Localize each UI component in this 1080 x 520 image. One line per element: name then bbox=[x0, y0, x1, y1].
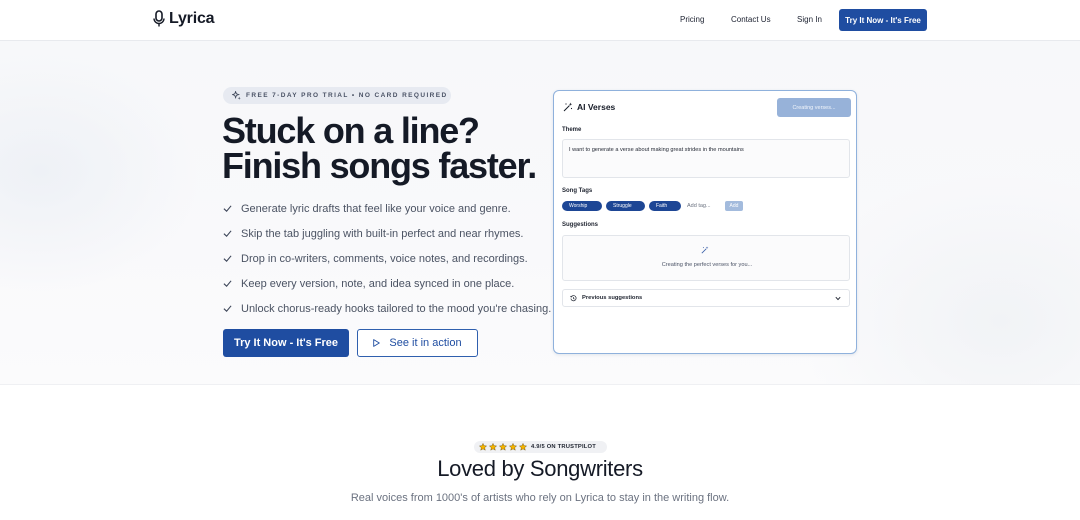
feature-text: Drop in co-writers, comments, voice note… bbox=[241, 252, 528, 265]
suggestions-label: Suggestions bbox=[562, 222, 599, 228]
nav-sign-in-link[interactable]: Sign In bbox=[797, 15, 822, 24]
feature-item: Skip the tab juggling with built-in perf… bbox=[223, 221, 551, 246]
trustpilot-rating-badge: 4.9/5 ON TRUSTPILOT bbox=[474, 441, 607, 453]
creating-verses-button[interactable]: Creating verses... bbox=[777, 98, 851, 117]
hero-headline-line-2: Finish songs faster. bbox=[222, 145, 537, 186]
tag-chip[interactable]: Struggle bbox=[606, 201, 645, 211]
hero-headline: Stuck on a line? Finish songs faster. bbox=[222, 110, 542, 186]
try-it-now-button[interactable]: Try It Now - It's Free bbox=[223, 329, 349, 357]
star-icon bbox=[479, 443, 487, 451]
ai-verses-card: AI Verses Creating verses... Theme I wan… bbox=[553, 90, 857, 354]
header-cta-button[interactable]: Try It Now - It's Free bbox=[839, 9, 927, 31]
feature-item: Keep every version, note, and idea synce… bbox=[223, 271, 551, 296]
song-tags-label: Song Tags bbox=[562, 188, 593, 194]
feature-text: Skip the tab juggling with built-in perf… bbox=[241, 227, 524, 240]
star-icon bbox=[519, 443, 527, 451]
microphone-icon bbox=[153, 10, 165, 27]
check-icon bbox=[223, 255, 232, 262]
hero-headline-line-1: Stuck on a line? bbox=[222, 110, 480, 151]
history-icon bbox=[570, 294, 577, 301]
tag-chip[interactable]: Faith bbox=[649, 201, 681, 211]
tag-chip[interactable]: Worship bbox=[562, 201, 602, 211]
card-title-text: AI Verses bbox=[577, 102, 616, 112]
feature-list: Generate lyric drafts that feel like you… bbox=[223, 196, 551, 321]
star-icon bbox=[509, 443, 517, 451]
star-icon bbox=[499, 443, 507, 451]
magic-wand-icon bbox=[563, 102, 573, 112]
magic-wand-icon bbox=[701, 246, 709, 254]
trial-badge-text: FREE 7-DAY PRO TRIAL • NO CARD REQUIRED bbox=[246, 92, 448, 99]
add-tag-input[interactable]: Add tag... bbox=[685, 201, 721, 211]
theme-label: Theme bbox=[562, 127, 582, 133]
trial-badge: FREE 7-DAY PRO TRIAL • NO CARD REQUIRED bbox=[223, 87, 451, 104]
song-tags: Worship Struggle Faith Add tag... Add bbox=[562, 201, 743, 211]
feature-item: Drop in co-writers, comments, voice note… bbox=[223, 246, 551, 271]
check-icon bbox=[223, 305, 232, 312]
play-icon bbox=[373, 339, 381, 347]
testimonials-subtitle: Real voices from 1000's of artists who r… bbox=[350, 492, 730, 504]
star-icon bbox=[489, 443, 497, 451]
feature-text: Keep every version, note, and idea synce… bbox=[241, 277, 515, 290]
theme-input[interactable]: I want to generate a verse about making … bbox=[562, 139, 850, 178]
check-icon bbox=[223, 230, 232, 237]
see-it-in-action-button[interactable]: See it in action bbox=[357, 329, 478, 357]
suggestions-status: Creating the perfect verses for you... bbox=[661, 262, 753, 268]
feature-item: Generate lyric drafts that feel like you… bbox=[223, 196, 551, 221]
site-header: Lyrica Pricing Contact Us Sign In Try It… bbox=[0, 0, 1080, 41]
add-tag-button[interactable]: Add bbox=[725, 201, 743, 211]
chevron-down-icon bbox=[835, 296, 841, 301]
check-icon bbox=[223, 205, 232, 212]
brand-name: Lyrica bbox=[169, 10, 215, 27]
feature-item: Unlock chorus-ready hooks tailored to th… bbox=[223, 296, 551, 321]
suggestions-box: Creating the perfect verses for you... bbox=[562, 235, 850, 281]
nav-pricing-link[interactable]: Pricing bbox=[680, 15, 704, 24]
previous-suggestions-toggle[interactable]: Previous suggestions bbox=[562, 289, 850, 307]
trustpilot-rating-text: 4.9/5 ON TRUSTPILOT bbox=[531, 444, 596, 450]
feature-text: Generate lyric drafts that feel like you… bbox=[241, 202, 511, 215]
card-title: AI Verses bbox=[563, 102, 615, 112]
nav-contact-link[interactable]: Contact Us bbox=[731, 15, 771, 24]
check-icon bbox=[223, 280, 232, 287]
sparkle-icon bbox=[232, 91, 241, 100]
testimonials-title: Loved by Songwriters bbox=[437, 456, 643, 481]
see-it-in-action-label: See it in action bbox=[389, 337, 462, 349]
feature-text: Unlock chorus-ready hooks tailored to th… bbox=[241, 302, 552, 315]
previous-suggestions-label: Previous suggestions bbox=[582, 295, 643, 301]
brand-logo[interactable]: Lyrica bbox=[152, 10, 215, 28]
